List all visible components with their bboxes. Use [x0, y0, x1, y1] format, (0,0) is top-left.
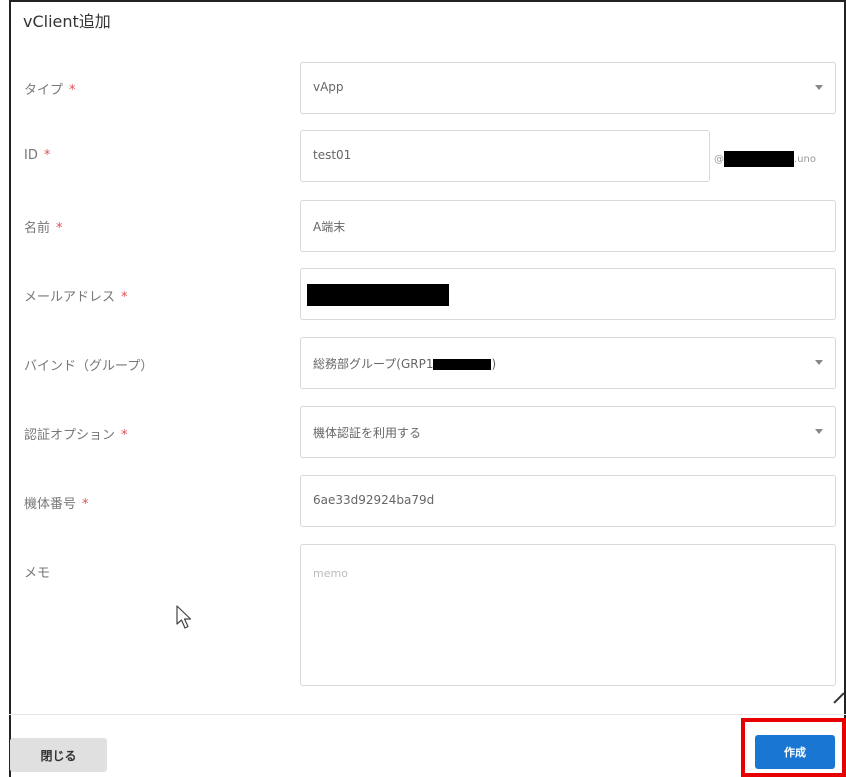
- redaction-block: [307, 284, 449, 306]
- bind-label-text: バインド（グループ）: [24, 359, 154, 374]
- email-label: メールアドレス *: [24, 286, 128, 305]
- chevron-down-icon: [815, 85, 823, 90]
- email-input[interactable]: [300, 268, 836, 320]
- type-select-value: vApp: [313, 80, 344, 94]
- required-mark: *: [121, 290, 128, 305]
- serial-input[interactable]: 6ae33d92924ba79d: [300, 475, 836, 527]
- mouse-pointer-icon: [176, 605, 192, 629]
- create-button[interactable]: 作成: [755, 735, 835, 769]
- required-mark: *: [43, 148, 51, 163]
- memo-placeholder: memo: [313, 567, 348, 580]
- bind-group-value-suffix: ): [491, 357, 497, 371]
- redaction-block: [433, 359, 492, 370]
- name-label-text: 名前: [24, 221, 51, 236]
- id-input-value: test01: [313, 148, 352, 162]
- required-mark: *: [121, 428, 128, 443]
- footer-divider: [9, 714, 846, 715]
- serial-input-value: 6ae33d92924ba79d: [313, 493, 435, 507]
- id-input[interactable]: test01: [300, 130, 710, 182]
- bind-group-value-prefix: 総務部グループ(GRP1: [313, 357, 434, 371]
- name-label: 名前 *: [24, 217, 63, 236]
- auth-label: 認証オプション *: [24, 424, 128, 443]
- name-input[interactable]: A端末: [300, 200, 836, 252]
- required-mark: *: [82, 497, 89, 512]
- bind-group-value: 総務部グループ(GRP1): [313, 355, 496, 372]
- memo-label-text: メモ: [24, 566, 51, 581]
- auth-option-select[interactable]: 機体認証を利用する: [300, 406, 836, 458]
- chevron-down-icon: [815, 360, 823, 365]
- bind-label: バインド（グループ）: [24, 355, 153, 374]
- serial-label-text: 機体番号: [24, 497, 77, 512]
- id-label: ID *: [24, 148, 50, 163]
- serial-label: 機体番号 *: [24, 493, 89, 512]
- chevron-down-icon: [815, 429, 823, 434]
- name-input-value: A端末: [313, 220, 346, 234]
- id-domain-suffix: @ .uno: [714, 151, 816, 167]
- memo-textarea[interactable]: memo: [300, 544, 836, 686]
- memo-label: メモ: [24, 562, 50, 581]
- redaction-block: [724, 151, 794, 167]
- auth-label-text: 認証オプション: [24, 428, 116, 443]
- bind-group-select[interactable]: 総務部グループ(GRP1): [300, 337, 836, 389]
- type-label: タイプ *: [24, 79, 76, 98]
- type-label-text: タイプ: [24, 83, 64, 98]
- id-suffix-end: .uno: [794, 154, 816, 165]
- type-select[interactable]: vApp: [300, 62, 836, 114]
- id-suffix-at: @: [714, 154, 724, 165]
- close-button[interactable]: 閉じる: [10, 738, 107, 772]
- email-label-text: メールアドレス: [24, 290, 116, 305]
- auth-option-value: 機体認証を利用する: [313, 426, 422, 440]
- id-label-text: ID: [24, 148, 38, 163]
- dialog-title: vClient追加: [23, 12, 111, 31]
- required-mark: *: [69, 83, 76, 98]
- required-mark: *: [56, 221, 63, 236]
